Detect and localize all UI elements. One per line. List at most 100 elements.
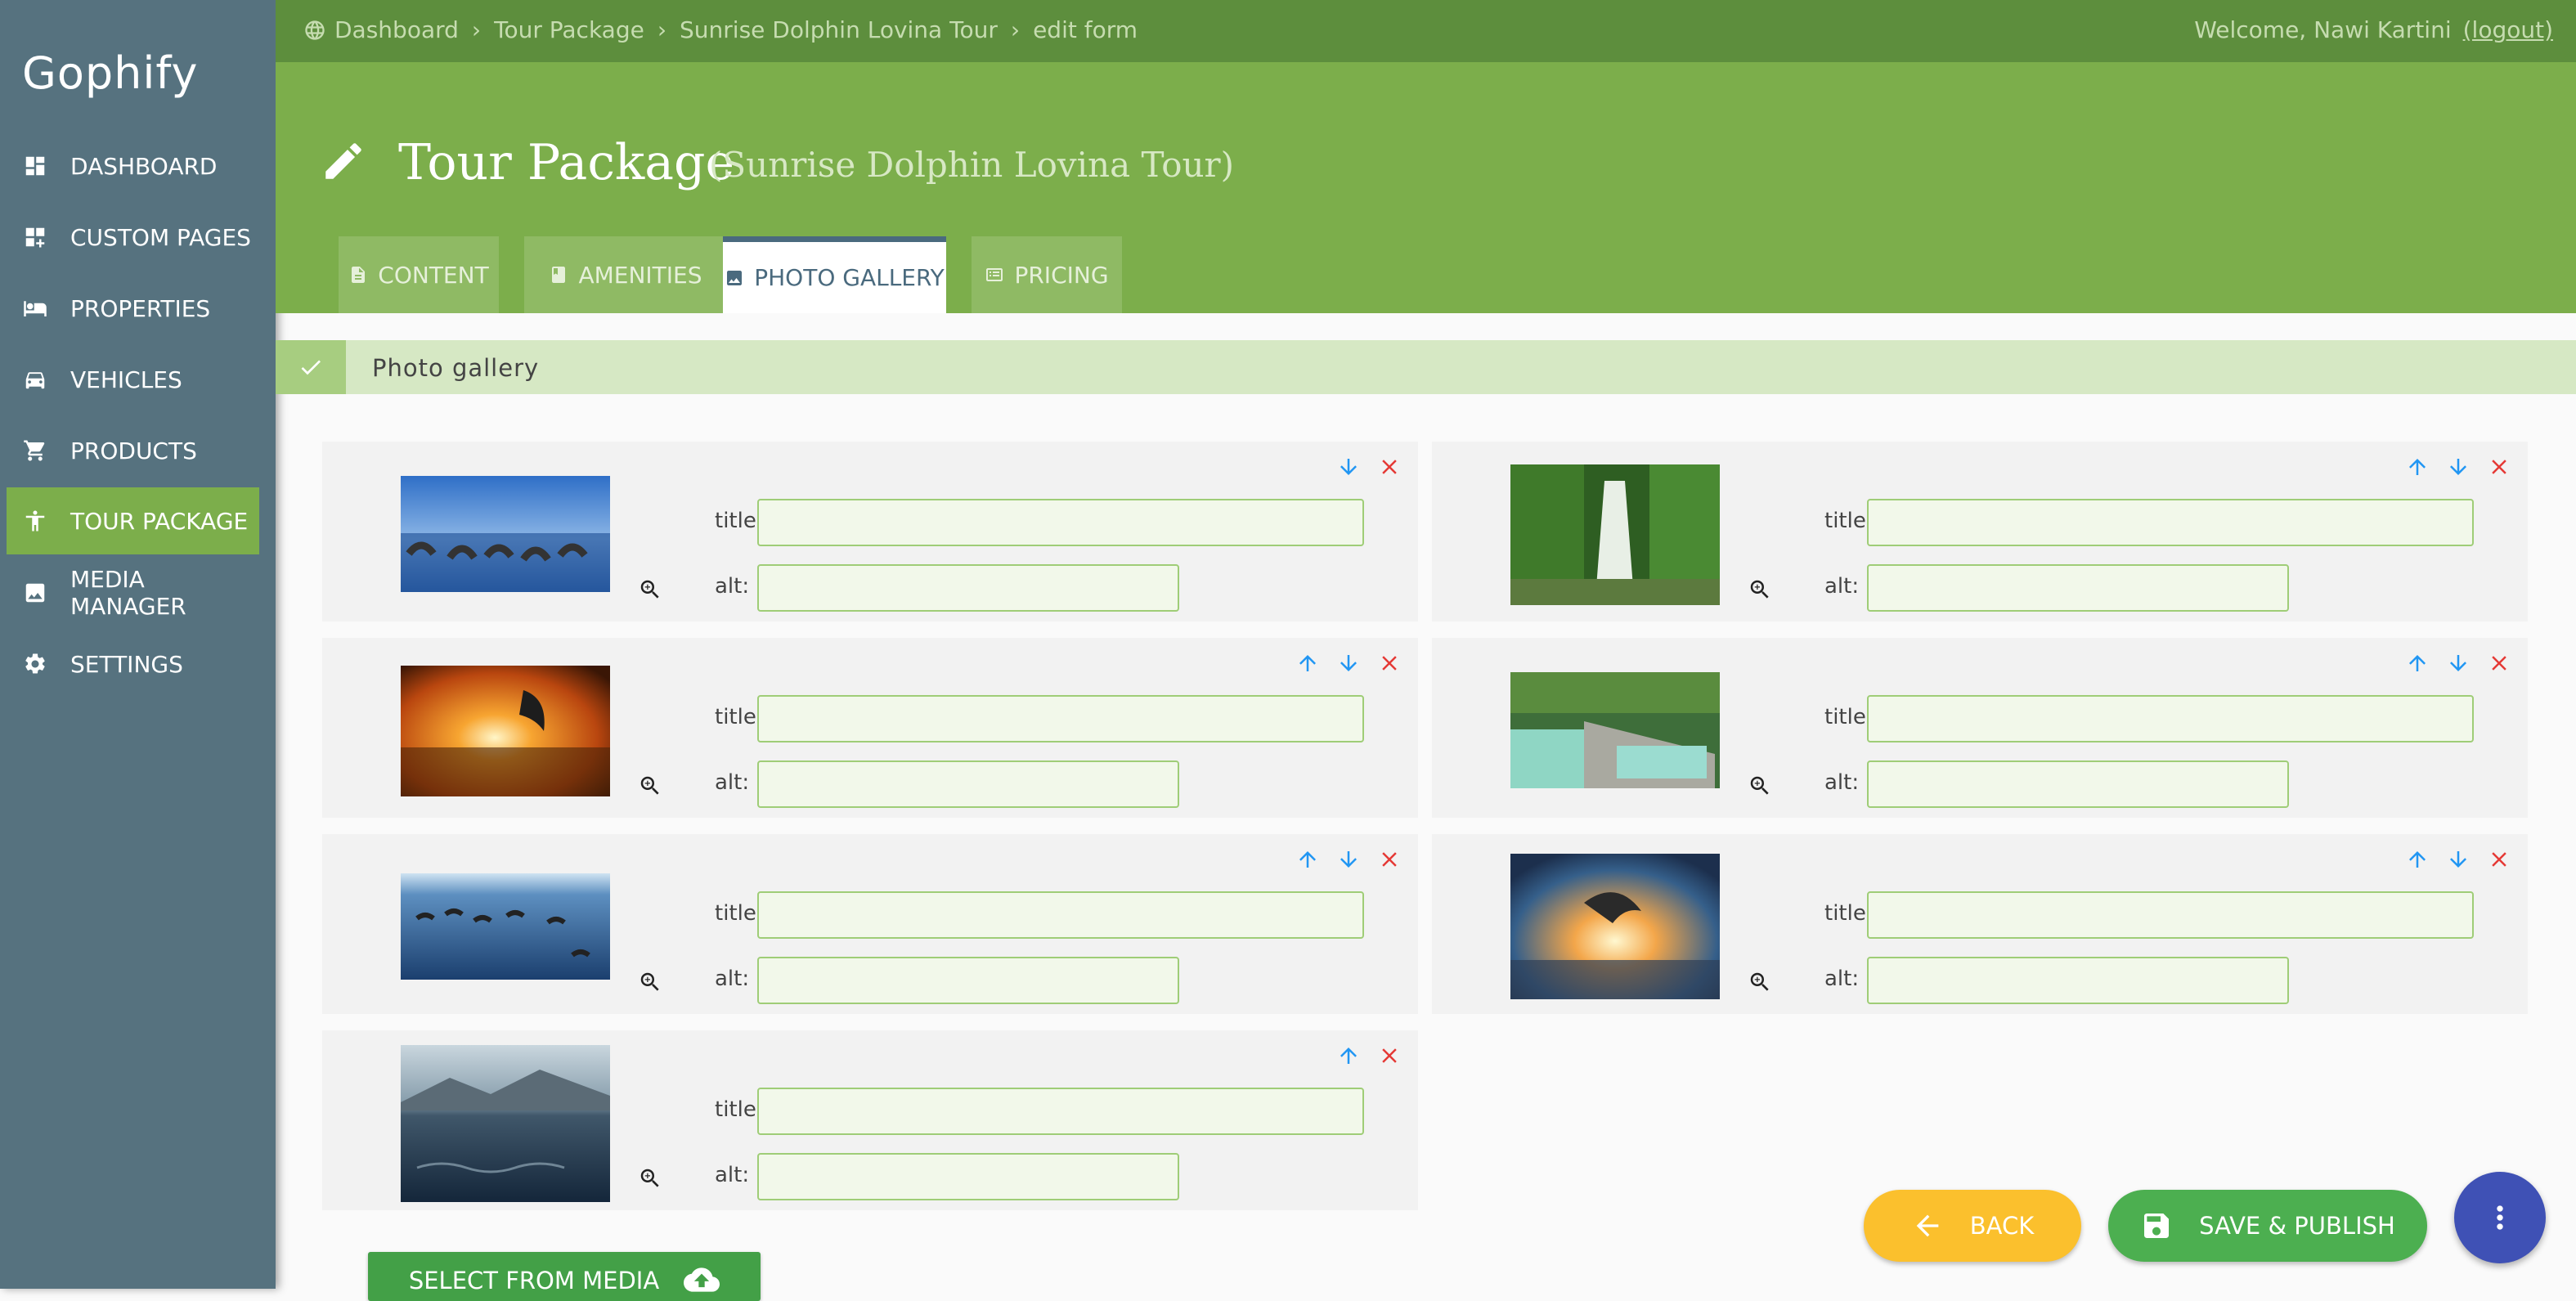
sidebar-item-custom-pages[interactable]: CUSTOM PAGES	[7, 204, 259, 271]
title-label: title:	[715, 705, 764, 729]
delete-icon[interactable]	[1377, 651, 1402, 675]
pricing-icon	[986, 268, 1003, 281]
alt-input[interactable]	[757, 564, 1179, 612]
breadcrumb-tour-package[interactable]: Tour Package	[494, 16, 644, 43]
title-input[interactable]	[1867, 499, 2474, 546]
move-up-icon[interactable]	[1295, 651, 1320, 675]
breadcrumb-dashboard[interactable]: Dashboard	[334, 16, 459, 43]
photo-thumbnail[interactable]	[1510, 672, 1720, 788]
title-label: title:	[715, 509, 764, 533]
section-title: Photo gallery	[372, 354, 540, 382]
move-down-icon[interactable]	[2446, 651, 2471, 675]
delete-icon[interactable]	[2487, 847, 2511, 872]
move-up-icon[interactable]	[2405, 847, 2430, 872]
delete-icon[interactable]	[1377, 847, 1402, 872]
save-publish-button[interactable]: SAVE & PUBLISH	[2108, 1190, 2427, 1262]
move-down-icon[interactable]	[2446, 847, 2471, 872]
photo-thumbnail[interactable]	[1510, 464, 1720, 605]
title-input[interactable]	[1867, 891, 2474, 939]
title-input[interactable]	[757, 1088, 1364, 1135]
move-up-icon[interactable]	[1295, 847, 1320, 872]
move-down-icon[interactable]	[1336, 455, 1361, 479]
sidebar: Gophify DASHBOARD CUSTOM PAGES PROPERTIE…	[0, 0, 276, 1289]
alt-input[interactable]	[1867, 957, 2289, 1004]
photo-thumbnail[interactable]	[401, 476, 610, 592]
gallery-item: title: alt:	[1432, 638, 2528, 818]
alt-input[interactable]	[757, 1153, 1179, 1200]
zoom-icon[interactable]	[1748, 774, 1772, 798]
top-bar: Dashboard › Tour Package › Sunrise Dolph…	[276, 0, 2576, 62]
sidebar-item-tour-package[interactable]: TOUR PACKAGE	[7, 487, 259, 554]
alt-input[interactable]	[757, 760, 1179, 808]
move-up-icon[interactable]	[2405, 651, 2430, 675]
sidebar-item-dashboard[interactable]: DASHBOARD	[7, 132, 259, 200]
welcome-text: Welcome, Nawi Kartini	[2194, 16, 2452, 43]
zoom-icon[interactable]	[638, 970, 662, 994]
move-up-icon[interactable]	[2405, 455, 2430, 479]
alt-input[interactable]	[757, 957, 1179, 1004]
title-input[interactable]	[757, 499, 1364, 546]
sidebar-item-products[interactable]: PRODUCTS	[7, 417, 259, 484]
alt-label: alt:	[1824, 770, 1860, 795]
breadcrumb-current: edit form	[1033, 16, 1138, 43]
alt-label: alt:	[715, 967, 750, 991]
page-subtitle: (Sunrise Dolphin Lovina Tour)	[709, 145, 1235, 185]
title-label: title:	[1824, 901, 1874, 926]
tab-amenities[interactable]: AMENITIES	[524, 236, 727, 313]
gallery-item: title: alt:	[1432, 442, 2528, 621]
move-down-icon[interactable]	[2446, 455, 2471, 479]
title-label: title:	[715, 901, 764, 926]
breadcrumb-tour-name[interactable]: Sunrise Dolphin Lovina Tour	[680, 16, 998, 43]
select-from-media-button[interactable]: SELECT FROM MEDIA	[368, 1252, 761, 1301]
gear-icon	[25, 653, 45, 674]
delete-icon[interactable]	[1377, 455, 1402, 479]
app-logo[interactable]: Gophify	[22, 47, 198, 99]
sidebar-item-vehicles[interactable]: VEHICLES	[7, 346, 259, 413]
sidebar-item-properties[interactable]: PROPERTIES	[7, 275, 259, 342]
photo-thumbnail[interactable]	[401, 666, 610, 796]
zoom-icon[interactable]	[638, 1166, 662, 1191]
alt-input[interactable]	[1867, 564, 2289, 612]
arrow-left-icon	[1916, 1214, 1939, 1237]
title-input[interactable]	[757, 695, 1364, 742]
photo-thumbnail[interactable]	[1510, 854, 1720, 999]
tab-photo-gallery[interactable]: PHOTO GALLERY	[723, 236, 946, 313]
tab-pricing[interactable]: PRICING	[972, 236, 1122, 313]
zoom-icon[interactable]	[638, 774, 662, 798]
move-down-icon[interactable]	[1336, 847, 1361, 872]
car-icon	[25, 372, 45, 389]
move-down-icon[interactable]	[1336, 651, 1361, 675]
delete-icon[interactable]	[2487, 455, 2511, 479]
title-input[interactable]	[757, 891, 1364, 939]
logout-link[interactable]: (logout)	[2463, 16, 2553, 43]
select-from-media-label: SELECT FROM MEDIA	[408, 1267, 660, 1294]
zoom-icon[interactable]	[1748, 577, 1772, 602]
sidebar-item-media-manager[interactable]: MEDIA MANAGER	[7, 559, 259, 626]
more-actions-button[interactable]	[2454, 1172, 2546, 1263]
section-status	[276, 340, 346, 394]
move-up-icon[interactable]	[1336, 1043, 1361, 1068]
alt-input[interactable]	[1867, 760, 2289, 808]
tab-label: AMENITIES	[578, 261, 702, 289]
gallery-item: title: alt:	[322, 638, 1418, 818]
photo-thumbnail[interactable]	[401, 873, 610, 980]
section-header: Photo gallery	[276, 340, 2576, 394]
zoom-icon[interactable]	[1748, 970, 1772, 994]
title-input[interactable]	[1867, 695, 2474, 742]
back-button[interactable]: BACK	[1864, 1190, 2081, 1262]
sidebar-item-settings[interactable]: SETTINGS	[7, 630, 259, 698]
delete-icon[interactable]	[1377, 1043, 1402, 1068]
sidebar-item-label: PRODUCTS	[70, 437, 197, 464]
image-icon	[727, 270, 743, 285]
zoom-icon[interactable]	[638, 577, 662, 602]
photo-thumbnail[interactable]	[401, 1045, 610, 1202]
cloud-upload-icon	[684, 1267, 720, 1292]
page-title: Tour Package	[398, 134, 734, 191]
delete-icon[interactable]	[2487, 651, 2511, 675]
pencil-icon	[325, 143, 361, 179]
back-label: BACK	[1969, 1212, 2035, 1240]
image-icon	[25, 583, 45, 603]
sidebar-item-label: TOUR PACKAGE	[70, 507, 249, 535]
alt-label: alt:	[715, 574, 750, 599]
tab-content[interactable]: CONTENT	[339, 236, 499, 313]
